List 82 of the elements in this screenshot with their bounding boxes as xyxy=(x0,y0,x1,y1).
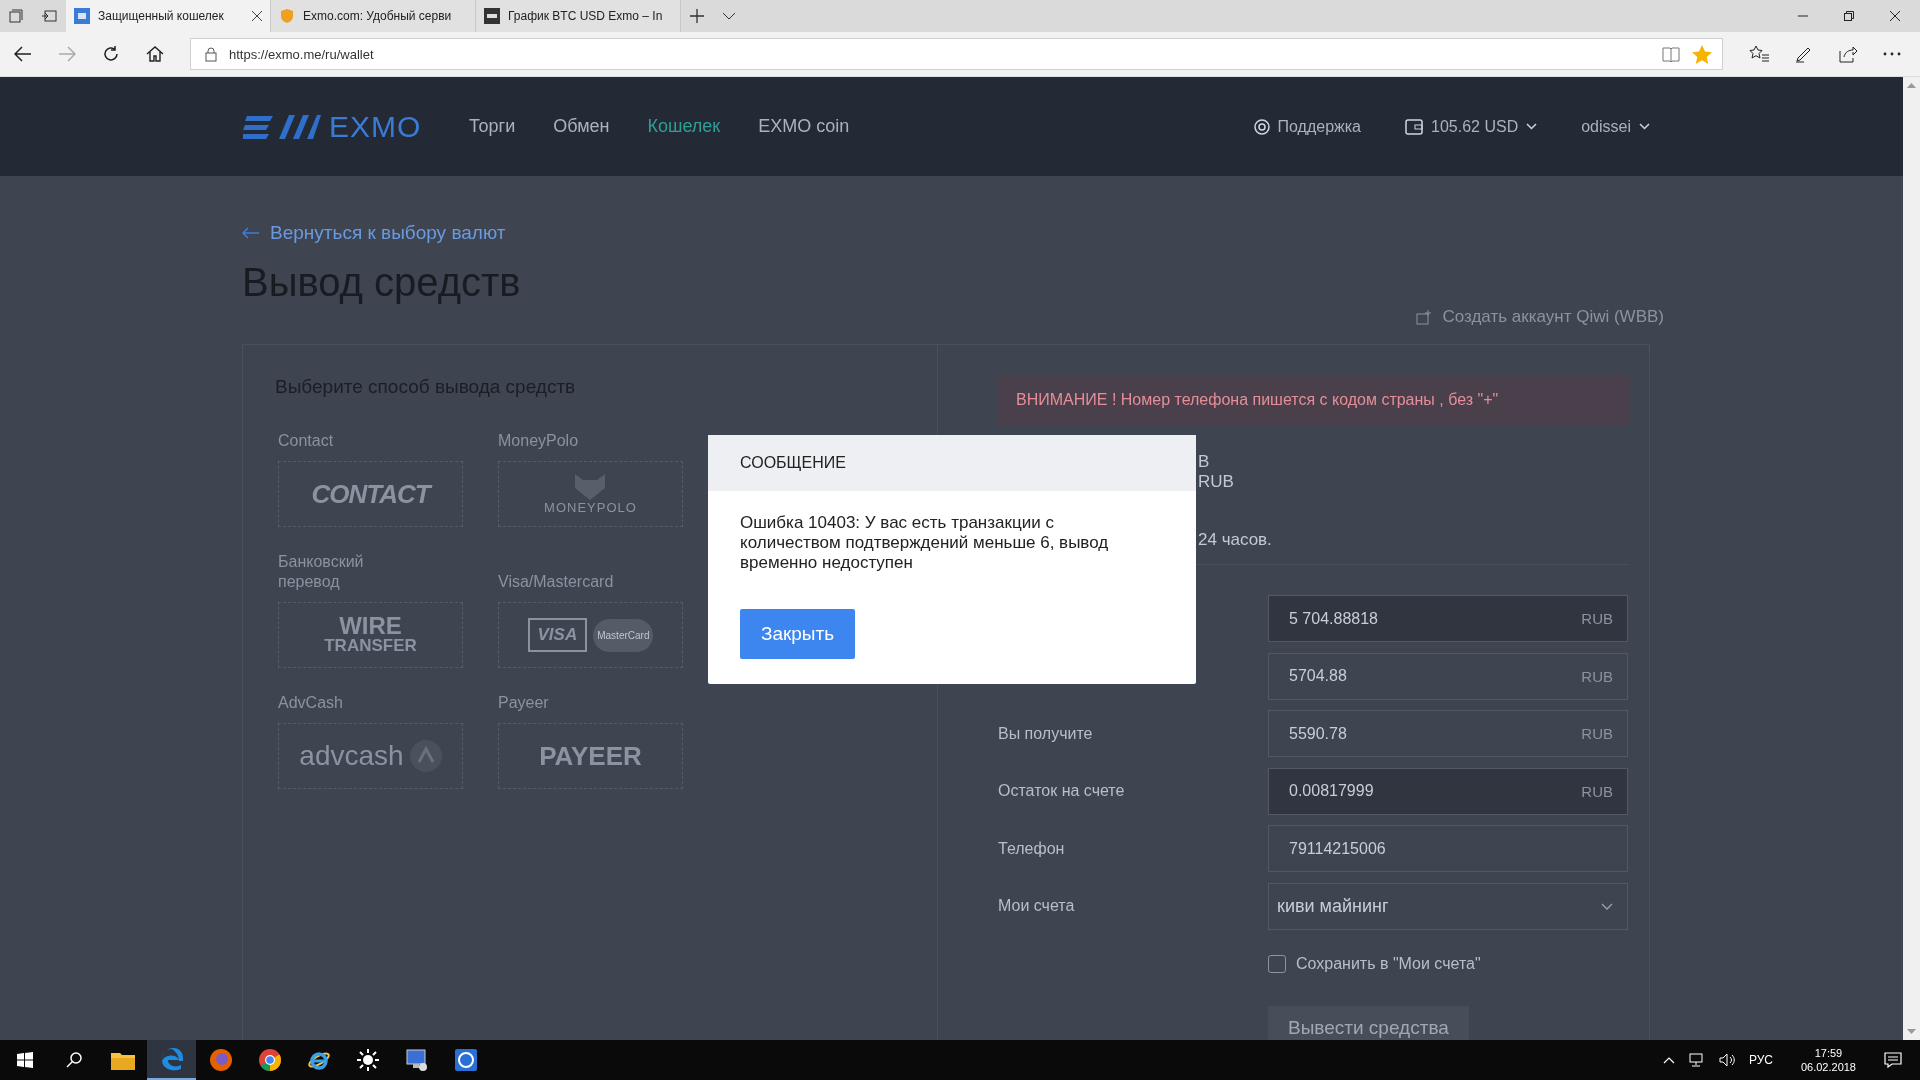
start-icon[interactable] xyxy=(16,1052,33,1068)
reading-view-icon[interactable] xyxy=(1662,46,1680,62)
close-icon[interactable] xyxy=(252,11,262,21)
info-text: RUB xyxy=(1198,472,1235,492)
round-browser-icon xyxy=(257,1048,282,1072)
method-label: Contact xyxy=(278,431,335,451)
input-field[interactable]: 79114215006 xyxy=(1268,825,1628,873)
method-label: AdvCash xyxy=(278,693,344,713)
lock-icon xyxy=(205,46,217,62)
browser-e-icon xyxy=(159,1047,184,1071)
search-icon[interactable] xyxy=(65,1052,82,1068)
browser-tab[interactable]: График BTC USD Exmo – In xyxy=(476,0,681,32)
tabs-aside-icon[interactable] xyxy=(41,9,57,23)
restore-icon[interactable] xyxy=(1844,11,1854,21)
balance[interactable]: 105.62 USD xyxy=(1431,117,1519,136)
favorites-icon[interactable] xyxy=(1749,45,1769,63)
field-label: Вы получите xyxy=(998,723,1094,744)
new-tab-icon[interactable] xyxy=(690,9,704,23)
field-label: Остаток на счете xyxy=(998,781,1126,802)
coin-icon xyxy=(454,1049,477,1071)
back-icon[interactable] xyxy=(14,46,32,62)
checkbox-label[interactable]: Сохранить в "Мои счета" xyxy=(1296,955,1481,974)
share-icon[interactable] xyxy=(1839,45,1857,63)
method-label: MoneyPolo xyxy=(498,431,580,451)
back-link[interactable]: Вернуться к выбору валют xyxy=(242,221,506,245)
nav-link[interactable]: EXMO coin xyxy=(758,116,850,137)
chevron-down-icon xyxy=(1601,902,1613,910)
tab-list-icon[interactable] xyxy=(9,9,23,23)
user-name[interactable]: odissei xyxy=(1581,117,1631,136)
field-label: Мои счета xyxy=(998,896,1076,917)
payment-method-tile[interactable]: VISA MasterCard xyxy=(498,602,683,668)
field-label: Телефон xyxy=(998,838,1066,859)
address-field[interactable]: https://exmo.me/ru/wallet xyxy=(190,38,1723,70)
notifications-icon[interactable] xyxy=(1884,1052,1902,1068)
chevron-up-icon[interactable] xyxy=(1662,1056,1675,1064)
checkbox[interactable] xyxy=(1268,955,1286,974)
info-text: B xyxy=(1198,452,1211,472)
support-link[interactable]: Поддержка xyxy=(1277,117,1361,136)
wallet-icon xyxy=(1405,118,1423,135)
more-icon[interactable] xyxy=(1883,52,1901,56)
clock[interactable]: 17:59 06.02.2018 xyxy=(1800,1046,1856,1074)
error-message: Ошибка 10403: У вас есть транзакции с количеством подтверждений меньше 6, вывод временно недоступен xyxy=(740,513,1110,573)
input-field[interactable]: 0.00817999 RUB xyxy=(1268,767,1628,815)
account-select[interactable]: киви майнинг xyxy=(1268,882,1628,930)
sun-icon xyxy=(355,1048,380,1072)
network-icon[interactable] xyxy=(1688,1053,1705,1067)
monitor-icon xyxy=(404,1048,429,1072)
volume-icon[interactable] xyxy=(1718,1053,1735,1067)
star-icon[interactable] xyxy=(1692,44,1712,64)
add-account-icon xyxy=(1416,309,1433,325)
withdraw-button[interactable]: Вывести средства xyxy=(1268,1006,1469,1040)
browser-tab[interactable]: Защищенный кошелек xyxy=(66,0,271,32)
folder-icon xyxy=(110,1050,135,1070)
input-field[interactable]: 5590.78 RUB xyxy=(1268,710,1628,758)
logo-text: EXMO xyxy=(329,109,422,144)
dialog-title: СООБЩЕНИЕ xyxy=(740,454,846,472)
nav-link[interactable]: Обмен xyxy=(553,116,610,137)
close-icon[interactable] xyxy=(1890,11,1900,21)
arrow-left-icon xyxy=(242,227,260,239)
browser-tab[interactable]: Exmo.com: Удобный серви xyxy=(271,0,476,32)
language-indicator[interactable]: РУС xyxy=(1748,1053,1773,1067)
method-label: Visa/Mastercard xyxy=(498,572,615,592)
input-field[interactable]: 5704.88 RUB xyxy=(1268,652,1628,700)
refresh-icon[interactable] xyxy=(102,45,120,63)
method-label: Payeer xyxy=(498,693,550,713)
site-icon xyxy=(484,8,500,24)
site-icon xyxy=(74,8,90,24)
chevron-down-icon[interactable] xyxy=(722,12,736,20)
nav-link[interactable]: Торги xyxy=(469,116,516,137)
warning-banner: ВНИМАНИЕ ! Номер телефона пишется с кодом страны , без "+" xyxy=(998,375,1629,425)
method-label: Банковский перевод xyxy=(278,552,365,592)
pen-icon[interactable] xyxy=(1795,45,1813,63)
fox-globe-icon xyxy=(208,1048,233,1072)
home-icon[interactable] xyxy=(146,45,164,63)
support-icon xyxy=(1253,118,1270,135)
info-text: 24 часов. xyxy=(1198,530,1273,550)
shield-icon xyxy=(279,8,295,24)
nav-link[interactable]: Кошелек xyxy=(647,116,721,137)
circle-logo-icon xyxy=(409,740,442,772)
fox-head-icon xyxy=(575,473,606,500)
input-field[interactable]: 5 704.88818 RUB xyxy=(1268,595,1628,642)
close-button[interactable]: Закрыть xyxy=(740,609,855,659)
